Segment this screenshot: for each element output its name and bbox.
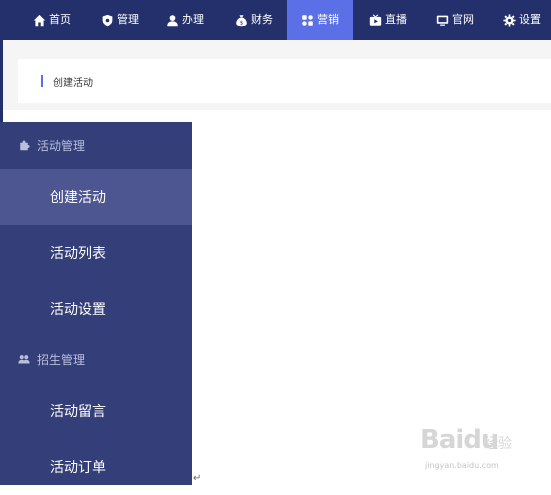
nav-item-live[interactable]: 直播 [369,0,407,40]
sidebar-group-label: 活动管理 [37,138,86,153]
nav-item-label: 设置 [519,13,541,26]
sidebar-item-label: 活动设置 [50,302,106,318]
nav-item-label: 首页 [49,13,71,26]
watermark-url: jingyan.baidu.com [425,461,499,470]
sidebar-item-label: 活动列表 [50,246,106,262]
nav-item-label: 官网 [452,13,474,26]
sidebar-item-label: 活动订单 [50,460,106,476]
puzzle-icon [20,140,30,151]
svg-text:$: $ [240,20,244,26]
nav-item-finance[interactable]: $ 财务 [235,0,273,40]
nav-item-settings[interactable]: 设置 [503,0,541,40]
top-nav: 首页 管理 办理 $ 财务 营销 直播 官网 设置 [0,0,551,40]
nav-item-website[interactable]: 官网 [436,0,474,40]
breadcrumb-accent [41,75,43,87]
sidebar-group-enrollment: 招生管理 [0,336,192,382]
breadcrumb: 创建活动 [18,59,551,103]
nav-item-home[interactable]: 首页 [33,0,71,40]
gear-icon [503,13,516,27]
shield-icon [102,14,113,26]
home-icon [33,14,46,26]
tv-icon [369,13,382,26]
money-bag-icon: $ [236,14,247,26]
nav-item-label: 管理 [117,13,139,26]
monitor-icon [436,15,449,26]
nav-item-label: 办理 [182,13,204,26]
sidebar-item-activity-settings[interactable]: 活动设置 [0,281,192,337]
sidebar-item-label: 创建活动 [50,190,106,206]
sidebar-item-activity-list[interactable]: 活动列表 [0,225,192,281]
sidebar-item-label: 活动留言 [50,404,106,420]
sidebar-item-create-activity[interactable]: 创建活动 [0,169,192,225]
nav-item-label: 营销 [317,13,339,26]
sidebar: 活动管理 创建活动 活动列表 活动设置 招生管理 活动留言 活动订单 [0,122,192,485]
users-icon [18,355,30,364]
nav-item-handle[interactable]: 办理 [166,0,204,40]
breadcrumb-title: 创建活动 [53,77,93,89]
sidebar-item-activity-orders[interactable]: 活动订单 [0,439,192,495]
sidebar-group-label: 招生管理 [37,352,86,367]
nav-item-label: 财务 [251,13,273,26]
nav-item-marketing[interactable]: 营销 [287,0,353,40]
nav-item-label: 直播 [385,13,407,26]
watermark-cn: 经验 [484,436,512,452]
return-mark: ↵ [193,473,202,484]
user-icon [167,14,178,26]
sidebar-item-activity-comments[interactable]: 活动留言 [0,383,192,439]
watermark: Baidu 经验 jingyan.baidu.com [420,425,545,480]
puzzle-icon [302,14,313,26]
sidebar-group-activity: 活动管理 [0,122,192,168]
nav-item-manage[interactable]: 管理 [101,0,139,40]
